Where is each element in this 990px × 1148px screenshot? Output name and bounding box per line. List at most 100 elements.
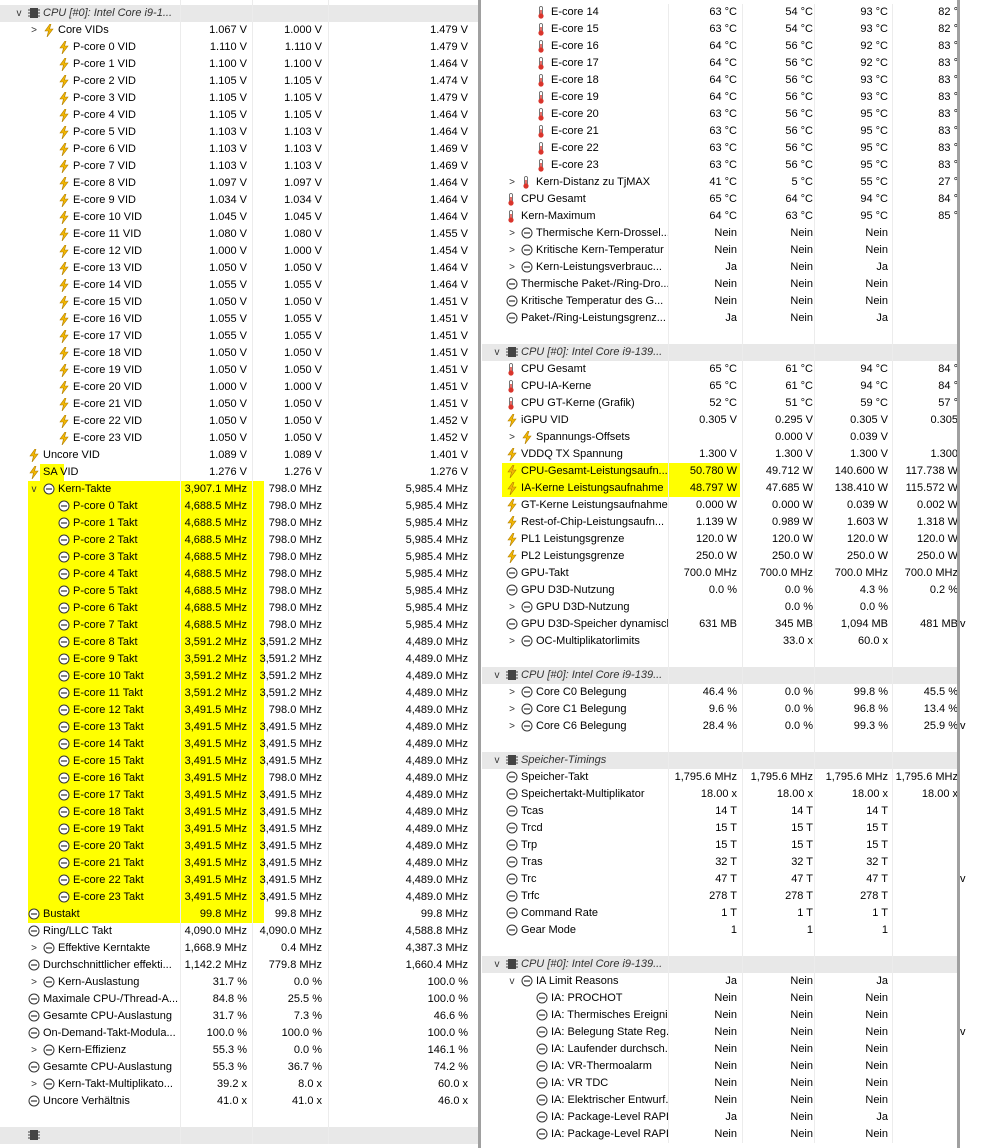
sensor-row-e-core-12-takt[interactable]: E-core 12 Takt 3,491.5 MHz 798.0 MHz 4,489.…	[0, 702, 478, 719]
sensor-row-ia-package-level-rapl[interactable]: IA: Package-Level RAPL... Ja Nein Ja	[482, 1109, 958, 1126]
sensor-row-e-core-20[interactable]: E-core 20 63 °C 56 °C 95 °C 83 °	[482, 106, 958, 123]
sensor-row-e-core-12-vid[interactable]: E-core 12 VID 1.000 V 1.000 V 1.454 V	[0, 243, 478, 260]
sensor-row-bustakt[interactable]: Bustakt 99.8 MHz 99.8 MHz 99.8 MHz	[0, 906, 478, 923]
expand-chevron-icon[interactable]: >	[507, 684, 517, 701]
expand-chevron-icon[interactable]: >	[29, 940, 39, 957]
sensor-row-e-core-13-takt[interactable]: E-core 13 Takt 3,491.5 MHz 3,491.5 MHz 4,48…	[0, 719, 478, 736]
sensor-row-e-core-16-vid[interactable]: E-core 16 VID 1.055 V 1.055 V 1.451 V	[0, 311, 478, 328]
sensor-row-kern-maximum[interactable]: Kern-Maximum 64 °C 63 °C 95 °C 85 °	[482, 208, 958, 225]
sensor-row-command-rate[interactable]: Command Rate 1 T 1 T 1 T	[482, 905, 958, 922]
expand-chevron-icon[interactable]: >	[507, 242, 517, 259]
sensor-row-ia-kerne-leistungsaufnahme[interactable]: IA-Kerne Leistungsaufnahme 48.797 W 47.685…	[482, 480, 958, 497]
sensor-row-p-core-6-vid[interactable]: P-core 6 VID 1.103 V 1.103 V 1.469 V	[0, 141, 478, 158]
sensor-group-header[interactable]: v CPU [#0]: Intel Core i9-1...	[0, 5, 478, 22]
sensor-row-kern-auslastung[interactable]: > Kern-Auslastung 31.7 % 0.0 % 100.0 %	[0, 974, 478, 991]
sensor-list-far-right[interactable]: v v v v	[960, 0, 990, 1148]
sensor-row-thermische-paket-ring-dro[interactable]: Thermische Paket-/Ring-Dro... Nein Nein Nei…	[482, 276, 958, 293]
sensor-row-e-core-10-takt[interactable]: E-core 10 Takt 3,591.2 MHz 3,591.2 MHz 4,48…	[0, 668, 478, 685]
expand-chevron-icon[interactable]: >	[507, 633, 517, 650]
sensor-row-paket-ring-leistungsgrenz[interactable]: Paket-/Ring-Leistungsgrenz... Ja Nein Ja	[482, 310, 958, 327]
sensor-row-ia-thermisches-ereignis[interactable]: IA: Thermisches Ereignis Nein Nein Nein	[482, 1007, 958, 1024]
sensor-row-tcas[interactable]: Tcas 14 T 14 T 14 T	[482, 803, 958, 820]
collapse-chevron-icon[interactable]: v	[507, 973, 517, 990]
sensor-row-p-core-2-vid[interactable]: P-core 2 VID 1.105 V 1.105 V 1.474 V	[0, 73, 478, 90]
sensor-row-e-core-23-takt[interactable]: E-core 23 Takt 3,491.5 MHz 3,491.5 MHz 4,48…	[0, 889, 478, 906]
sensor-row-p-core-4-vid[interactable]: P-core 4 VID 1.105 V 1.105 V 1.464 V	[0, 107, 478, 124]
sensor-row-e-core-8-vid[interactable]: E-core 8 VID 1.097 V 1.097 V 1.464 V	[0, 175, 478, 192]
sensor-row-ia-package-level-rapl[interactable]: IA: Package-Level RAPL... Nein Nein Nein	[482, 1126, 958, 1143]
sensor-row-e-core-19[interactable]: E-core 19 64 °C 56 °C 93 °C 83 °	[482, 89, 958, 106]
collapse-chevron-icon[interactable]: v	[492, 667, 502, 684]
collapse-chevron-icon[interactable]: v	[492, 344, 502, 361]
sensor-list-right[interactable]: E-core 14 63 °C 54 °C 93 °C 82 ° E-core 15 63 …	[482, 0, 958, 1148]
sensor-row-gesamte-cpu-auslastung[interactable]: Gesamte CPU-Auslastung 31.7 % 7.3 % 46.6 %	[0, 1008, 478, 1025]
sensor-row-ia-elektrischer-entwurf[interactable]: IA: Elektrischer Entwurf... Nein Nein Nein	[482, 1092, 958, 1109]
sensor-row-gear-mode[interactable]: Gear Mode 1 1 1	[482, 922, 958, 939]
sensor-row-e-core-21-vid[interactable]: E-core 21 VID 1.050 V 1.050 V 1.451 V	[0, 396, 478, 413]
sensor-row-e-core-11-takt[interactable]: E-core 11 Takt 3,591.2 MHz 3,591.2 MHz 4,48…	[0, 685, 478, 702]
sensor-row-kern-distanz-zu-tjmax[interactable]: > Kern-Distanz zu TjMAX 41 °C 5 °C 55 °C 27 °	[482, 174, 958, 191]
sensor-row-e-core-16-takt[interactable]: E-core 16 Takt 3,491.5 MHz 798.0 MHz 4,489.…	[0, 770, 478, 787]
sensor-row-on-demand-takt-modula[interactable]: On-Demand-Takt-Modula... 100.0 % 100.0 % 10…	[0, 1025, 478, 1042]
sensor-row-p-core-5-takt[interactable]: P-core 5 Takt 4,688.5 MHz 798.0 MHz 5,985.4…	[0, 583, 478, 600]
sensor-row-e-core-18[interactable]: E-core 18 64 °C 56 °C 93 °C 83 °	[482, 72, 958, 89]
sensor-row-durchschnittlicher-effekti[interactable]: Durchschnittlicher effekti... 1,142.2 MHz…	[0, 957, 478, 974]
sensor-group-header[interactable]: v CPU [#0]: Intel Core i9-139...	[482, 344, 958, 361]
sensor-row-core-c0-belegung[interactable]: > Core C0 Belegung 46.4 % 0.0 % 99.8 % 45.5 %	[482, 684, 958, 701]
sensor-row-kritische-temperatur-des-g[interactable]: Kritische Temperatur des G... Nein Nein Nei…	[482, 293, 958, 310]
expand-chevron-icon[interactable]: >	[29, 1042, 39, 1059]
sensor-row-e-core-15[interactable]: E-core 15 63 °C 54 °C 93 °C 82 °	[482, 21, 958, 38]
sensor-row-pl1-leistungsgrenze[interactable]: PL1 Leistungsgrenze 120.0 W 120.0 W 120.0 W…	[482, 531, 958, 548]
sensor-group-header[interactable]: v CPU [#0]: Intel Core i9-139...	[482, 667, 958, 684]
sensor-group-header[interactable]: v CPU [#0]: Intel Core i9-139...	[482, 956, 958, 973]
sensor-row-ring-llc-takt[interactable]: Ring/LLC Takt 4,090.0 MHz 4,090.0 MHz 4,588…	[0, 923, 478, 940]
sensor-row-sa-vid[interactable]: SA VID 1.276 V 1.276 V 1.276 V	[0, 464, 478, 481]
sensor-row-ia-belegung-state-reg[interactable]: IA: Belegung State Reg... Nein Nein Nein	[482, 1024, 958, 1041]
sensor-row-effektive-kerntakte[interactable]: > Effektive Kerntakte 1,668.9 MHz 0.4 MHz 4,…	[0, 940, 478, 957]
sensor-list-left[interactable]: v CPU [#0]: Intel Core i9-1... > Core VIDs 1…	[0, 0, 478, 1148]
sensor-row-gpu-d3d-speicher-dynamisch[interactable]: GPU D3D-Speicher dynamisch 631 MB 345 MB 1,…	[482, 616, 958, 633]
collapse-chevron-icon[interactable]: v	[29, 481, 39, 498]
sensor-row-p-core-0-takt[interactable]: P-core 0 Takt 4,688.5 MHz 798.0 MHz 5,985.4…	[0, 498, 478, 515]
sensor-row-e-core-8-takt[interactable]: E-core 8 Takt 3,591.2 MHz 3,591.2 MHz 4,489…	[0, 634, 478, 651]
sensor-row-e-core-9-vid[interactable]: E-core 9 VID 1.034 V 1.034 V 1.464 V	[0, 192, 478, 209]
sensor-row-e-core-18-takt[interactable]: E-core 18 Takt 3,491.5 MHz 3,491.5 MHz 4,48…	[0, 804, 478, 821]
sensor-row-thermische-kern-drossel[interactable]: > Thermische Kern-Drossel... Nein Nein Nein	[482, 225, 958, 242]
sensor-row-e-core-20-takt[interactable]: E-core 20 Takt 3,491.5 MHz 3,491.5 MHz 4,48…	[0, 838, 478, 855]
sensor-row-gt-kerne-leistungsaufnahme[interactable]: GT-Kerne Leistungsaufnahme 0.000 W 0.000 W…	[482, 497, 958, 514]
collapse-chevron-icon[interactable]: v	[960, 871, 990, 888]
expand-chevron-icon[interactable]: >	[29, 1076, 39, 1093]
sensor-row-e-core-21[interactable]: E-core 21 63 °C 56 °C 95 °C 83 °	[482, 123, 958, 140]
sensor-row-ia-limit-reasons[interactable]: v IA Limit Reasons Ja Nein Ja	[482, 973, 958, 990]
sensor-row-e-core-19-vid[interactable]: E-core 19 VID 1.050 V 1.050 V 1.451 V	[0, 362, 478, 379]
sensor-row-cpu-gesamt-leistungsaufn[interactable]: CPU-Gesamt-Leistungsaufn... 50.780 W 49.71…	[482, 463, 958, 480]
sensor-row-p-core-1-takt[interactable]: P-core 1 Takt 4,688.5 MHz 798.0 MHz 5,985.4…	[0, 515, 478, 532]
sensor-row-speichertakt-multiplikator[interactable]: Speichertakt-Multiplikator 18.00 x 18.00 x…	[482, 786, 958, 803]
sensor-row-e-core-14-takt[interactable]: E-core 14 Takt 3,491.5 MHz 3,491.5 MHz 4,48…	[0, 736, 478, 753]
sensor-row-kern-takt-multiplikato[interactable]: > Kern-Takt-Multiplikato... 39.2 x 8.0 x 60.…	[0, 1076, 478, 1093]
sensor-row-e-core-15-vid[interactable]: E-core 15 VID 1.050 V 1.050 V 1.451 V	[0, 294, 478, 311]
sensor-row-p-core-1-vid[interactable]: P-core 1 VID 1.100 V 1.100 V 1.464 V	[0, 56, 478, 73]
sensor-row-e-core-15-takt[interactable]: E-core 15 Takt 3,491.5 MHz 3,491.5 MHz 4,48…	[0, 753, 478, 770]
collapse-chevron-icon[interactable]: v	[960, 616, 990, 633]
sensor-row-trfc[interactable]: Trfc 278 T 278 T 278 T	[482, 888, 958, 905]
collapse-chevron-icon[interactable]: v	[960, 1024, 990, 1041]
sensor-row-e-core-17-vid[interactable]: E-core 17 VID 1.055 V 1.055 V 1.451 V	[0, 328, 478, 345]
sensor-row-pl2-leistungsgrenze[interactable]: PL2 Leistungsgrenze 250.0 W 250.0 W 250.0 W…	[482, 548, 958, 565]
sensor-row-e-core-23[interactable]: E-core 23 63 °C 56 °C 95 °C 83 °	[482, 157, 958, 174]
sensor-row-e-core-14[interactable]: E-core 14 63 °C 54 °C 93 °C 82 °	[482, 4, 958, 21]
sensor-row-e-core-22-vid[interactable]: E-core 22 VID 1.050 V 1.050 V 1.452 V	[0, 413, 478, 430]
sensor-row-e-core-13-vid[interactable]: E-core 13 VID 1.050 V 1.050 V 1.464 V	[0, 260, 478, 277]
expand-chevron-icon[interactable]: >	[29, 22, 39, 39]
sensor-row-e-core-21-takt[interactable]: E-core 21 Takt 3,491.5 MHz 3,491.5 MHz 4,48…	[0, 855, 478, 872]
collapse-chevron-icon[interactable]: v	[14, 5, 24, 22]
sensor-row-core-c6-belegung[interactable]: > Core C6 Belegung 28.4 % 0.0 % 99.3 % 25.9 %	[482, 718, 958, 735]
sensor-row-e-core-22-takt[interactable]: E-core 22 Takt 3,491.5 MHz 3,491.5 MHz 4,48…	[0, 872, 478, 889]
sensor-row-ia-prochot[interactable]: IA: PROCHOT Nein Nein Nein	[482, 990, 958, 1007]
sensor-row-kern-effizienz[interactable]: > Kern-Effizienz 55.3 % 0.0 % 146.1 %	[0, 1042, 478, 1059]
sensor-row-cpu-gt-kerne-grafik[interactable]: CPU GT-Kerne (Grafik) 52 °C 51 °C 59 °C 57 °	[482, 395, 958, 412]
expand-chevron-icon[interactable]: >	[507, 174, 517, 191]
sensor-row-p-core-7-takt[interactable]: P-core 7 Takt 4,688.5 MHz 798.0 MHz 5,985.4…	[0, 617, 478, 634]
sensor-row-uncore-verh-ltnis[interactable]: Uncore Verhältnis 41.0 x 41.0 x 46.0 x	[0, 1093, 478, 1110]
sensor-row-maximale-cpu-thread-a[interactable]: Maximale CPU-/Thread-A... 84.8 % 25.5 % 100…	[0, 991, 478, 1008]
